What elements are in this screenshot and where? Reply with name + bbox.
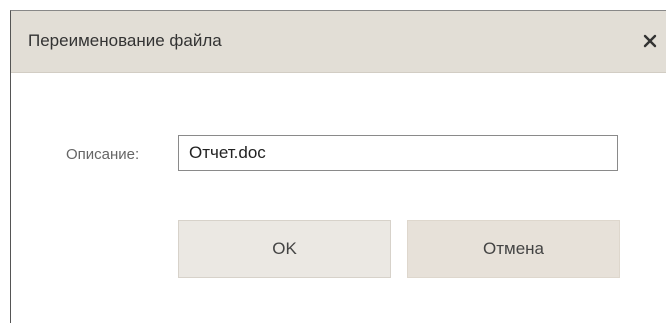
- close-button[interactable]: [636, 27, 664, 55]
- dialog-titlebar: Переименование файла: [11, 11, 666, 73]
- cancel-button[interactable]: Отмена: [407, 220, 620, 278]
- dialog-title: Переименование файла: [28, 31, 222, 50]
- description-input[interactable]: [178, 135, 618, 171]
- close-icon: [643, 34, 657, 48]
- description-label: Описание:: [66, 146, 140, 163]
- rename-file-dialog: Переименование файла Описание: OK Отмена: [10, 10, 666, 323]
- ok-button[interactable]: OK: [178, 220, 391, 278]
